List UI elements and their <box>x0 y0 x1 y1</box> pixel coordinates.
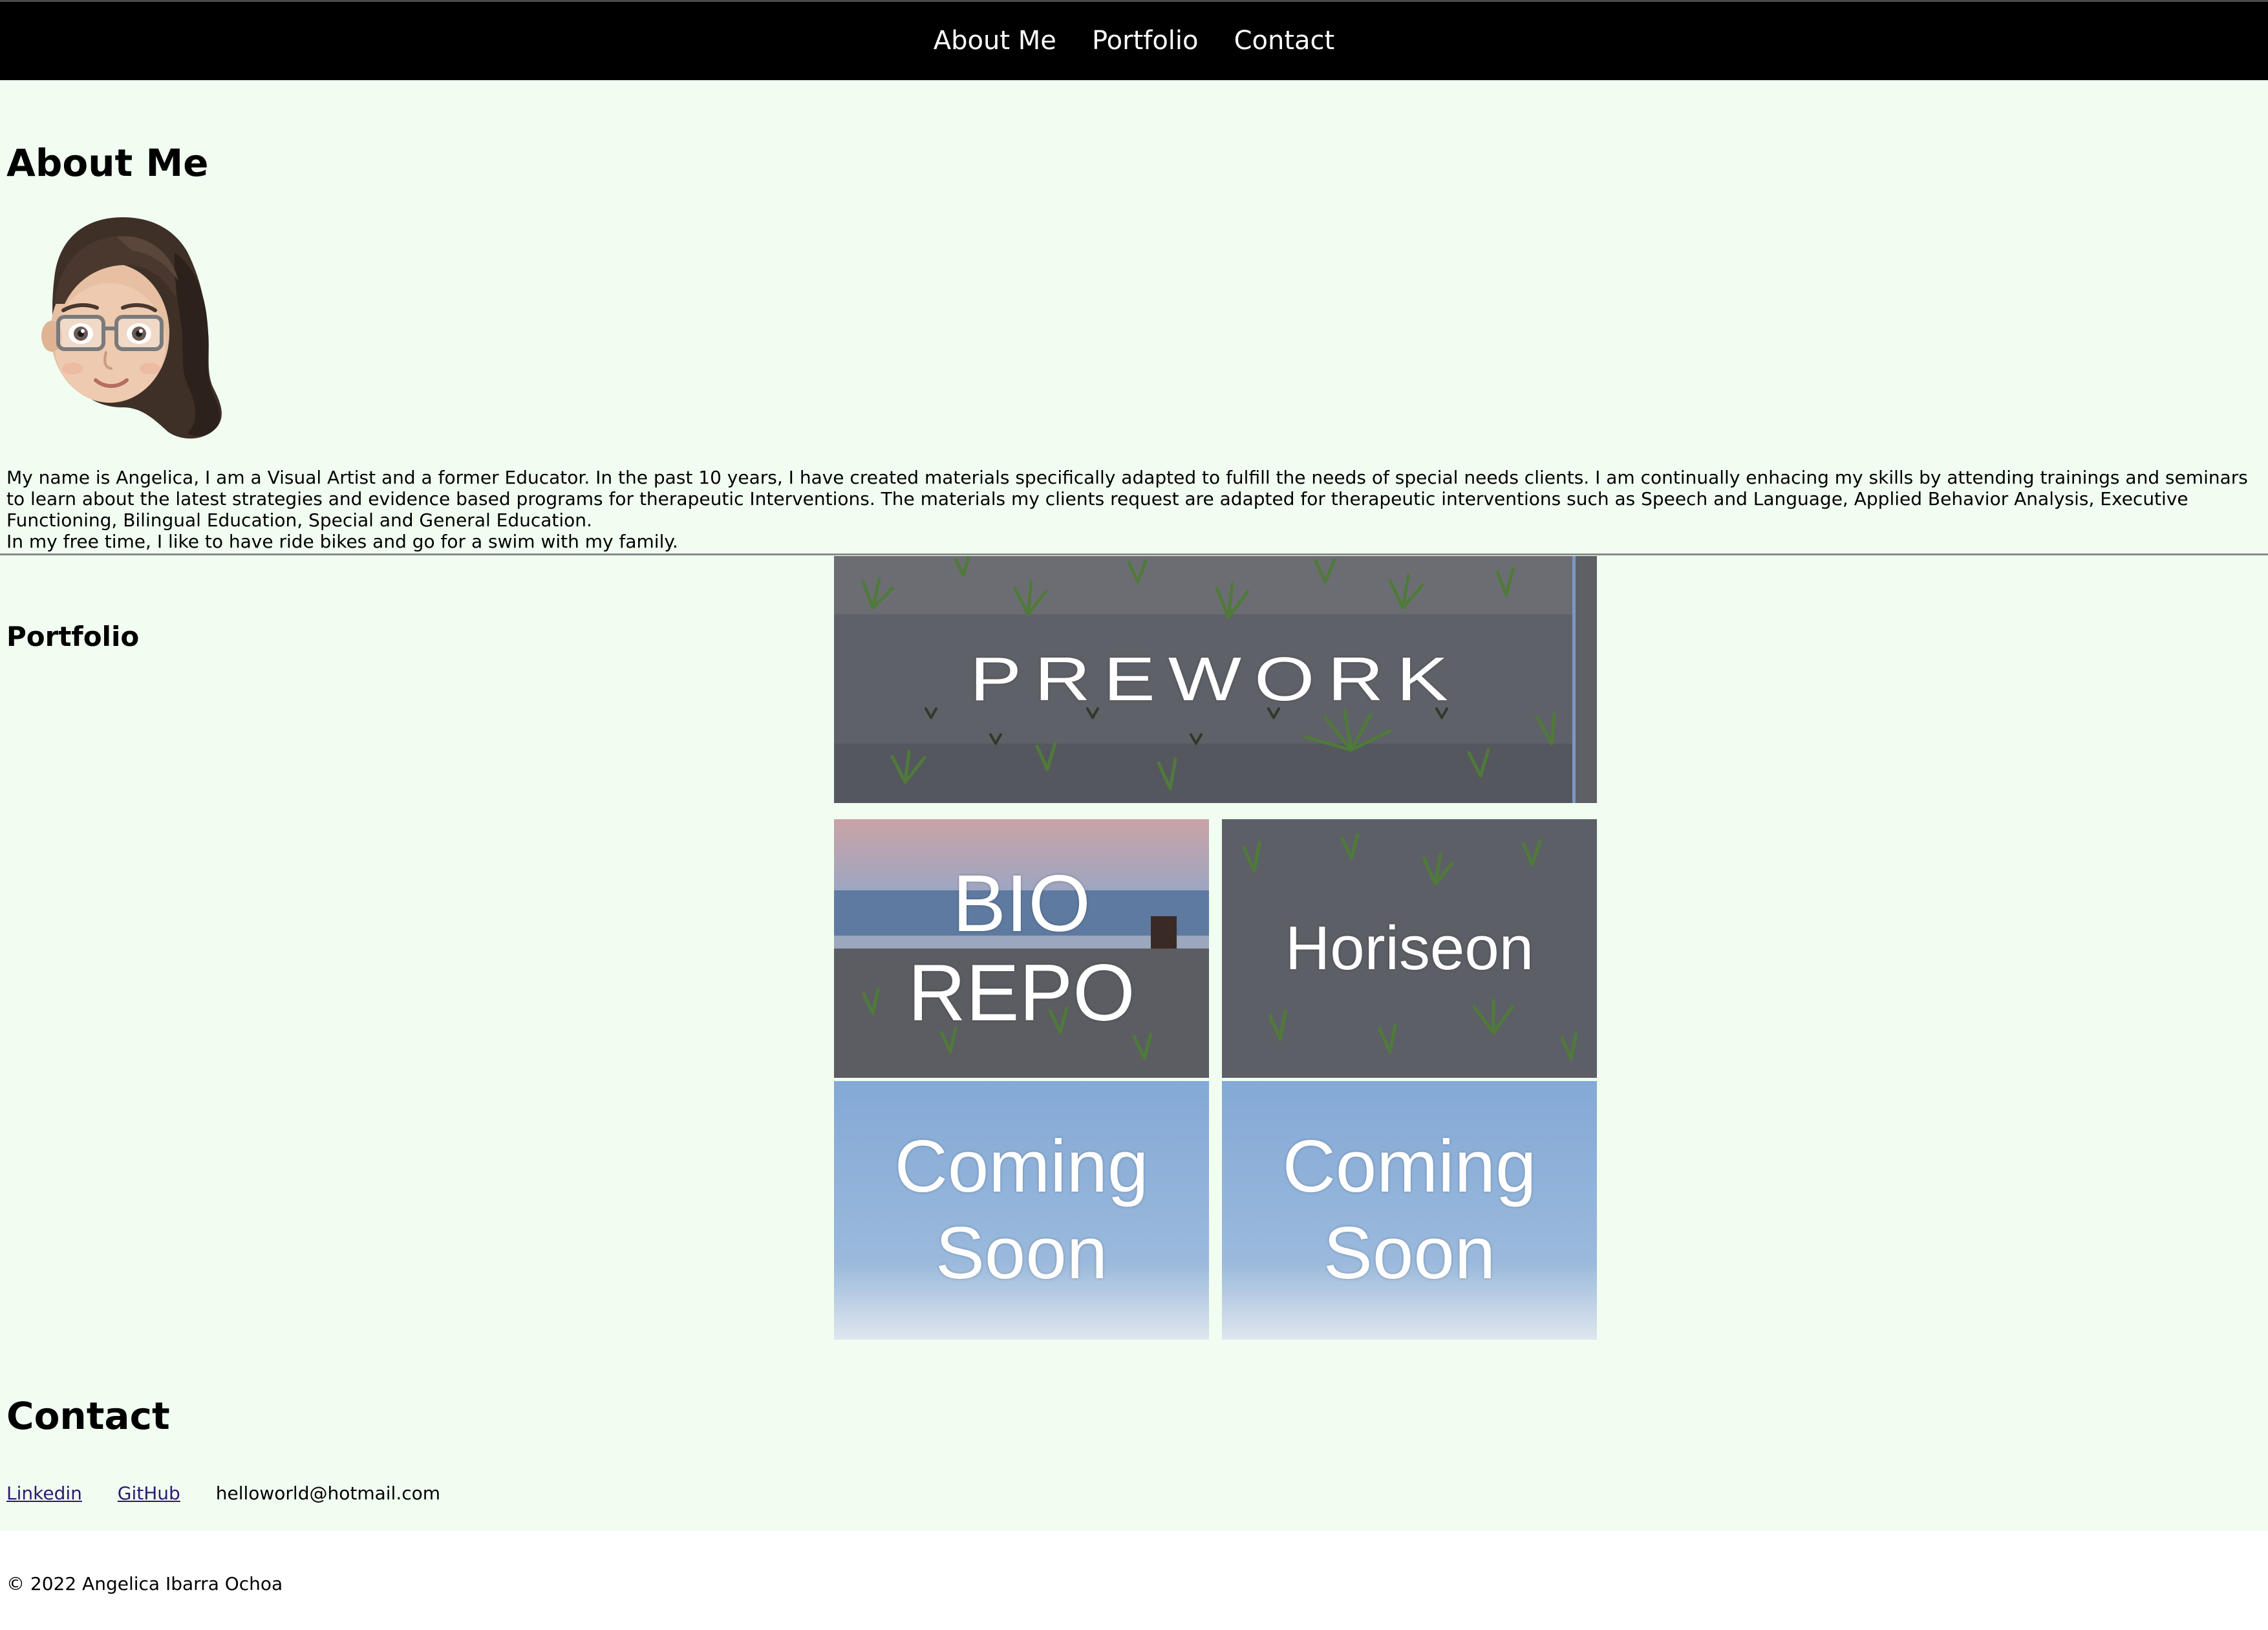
project-title-coming-soon-2: Coming Soon <box>1222 1081 1597 1340</box>
soon-label: Soon <box>1323 1212 1496 1294</box>
nav-contact[interactable]: Contact <box>1234 21 1335 60</box>
bio-paragraph: My name is Angelica, I am a Visual Artis… <box>6 467 2248 531</box>
coming-label: Coming <box>894 1126 1149 1208</box>
portfolio-heading: Portfolio <box>6 621 140 652</box>
soon-label: Soon <box>935 1212 1108 1294</box>
nav-links: About Me Portfolio Contact <box>0 21 2268 60</box>
project-tile-prework[interactable]: PREWORK <box>834 556 1597 803</box>
horiseon-label: Horiseon <box>1285 914 1534 983</box>
email-address: helloworld@hotmail.com <box>215 1483 441 1504</box>
linkedin-link[interactable]: Linkedin <box>6 1483 82 1504</box>
project-tile-bio-repo[interactable]: BIO REPO <box>834 819 1209 1078</box>
project-tile-coming-soon-2[interactable]: Coming Soon <box>1222 1081 1597 1340</box>
project-title-coming-soon-1: Coming Soon <box>834 1081 1209 1340</box>
project-title-horiseon: Horiseon <box>1222 819 1597 1078</box>
top-navbar: About Me Portfolio Contact <box>0 0 2268 80</box>
bio-label: BIO <box>952 859 1091 949</box>
contact-heading: Contact <box>6 1394 170 1438</box>
repo-label: REPO <box>908 949 1135 1038</box>
about-me-heading: About Me <box>6 141 209 185</box>
project-tile-horiseon[interactable]: Horiseon <box>1222 819 1597 1078</box>
project-title-bio-repo: BIO REPO <box>834 819 1209 1078</box>
contact-links: Linkedin GitHub helloworld@hotmail.com <box>6 1482 440 1505</box>
github-link[interactable]: GitHub <box>118 1483 180 1504</box>
footer-copyright: © 2022 Angelica Ibarra Ochoa <box>6 1573 283 1594</box>
free-time-paragraph: In my free time, I like to have ride bik… <box>6 531 678 552</box>
nav-portfolio[interactable]: Portfolio <box>1092 21 1199 60</box>
section-divider <box>0 553 2268 555</box>
prework-label: PREWORK <box>969 645 1462 714</box>
bio-text: My name is Angelica, I am a Visual Artis… <box>6 467 2256 552</box>
coming-label: Coming <box>1282 1126 1537 1208</box>
memoji-avatar-icon <box>26 213 239 446</box>
project-title-prework: PREWORK <box>834 556 1597 803</box>
nav-about-me[interactable]: About Me <box>934 21 1056 60</box>
project-tile-coming-soon-1[interactable]: Coming Soon <box>834 1081 1209 1340</box>
